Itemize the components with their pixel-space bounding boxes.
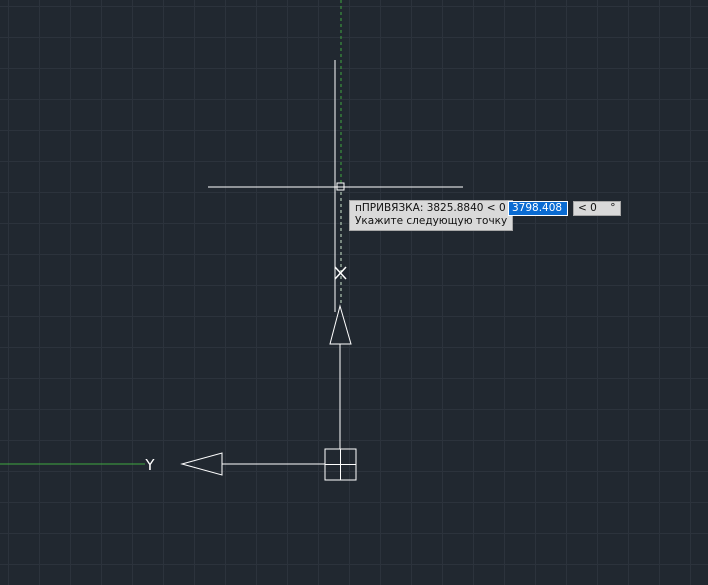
angle-prefix: <: [578, 202, 587, 214]
command-prompt-text: Укажите следующую точку: [355, 215, 508, 227]
snap-tracking-label: пПРИВЯЗКА: 3825.8840 < 0: [355, 202, 506, 214]
angle-value: 0: [590, 202, 597, 214]
ucs-y-label: Y: [144, 456, 155, 474]
drawing-canvas[interactable]: Y пПРИВЯЗКА: 3825.8840 < 0 Укажите следу…: [0, 0, 708, 585]
angle-input[interactable]: < 0 °: [573, 201, 622, 216]
ucs-y-arrow-icon: [180, 452, 223, 476]
snap-tooltip: пПРИВЯЗКА: 3825.8840 < 0 Укажите следующ…: [349, 200, 514, 231]
ucs-x-arrow-icon: [329, 304, 352, 345]
canvas-overlay: Y: [0, 0, 463, 481]
angle-unit: °: [610, 202, 616, 214]
ucs-icon: Y: [144, 304, 357, 481]
distance-input[interactable]: 3798.408: [508, 201, 568, 216]
